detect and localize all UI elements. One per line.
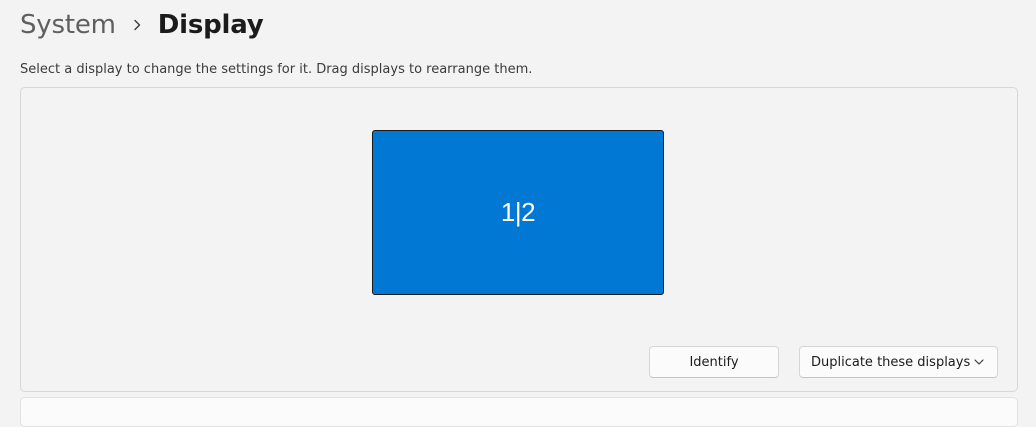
identify-button[interactable]: Identify [649,346,779,378]
next-settings-card [20,397,1018,427]
breadcrumb: System Display [20,6,264,44]
breadcrumb-system[interactable]: System [20,10,116,40]
monitor-label: 1|2 [500,197,536,227]
display-monitor-1-2[interactable]: 1|2 [372,130,664,295]
chevron-right-icon [116,6,158,44]
multiple-displays-selected: Duplicate these displays [811,354,971,370]
page-title: Display [157,10,264,40]
display-arrangement-panel: 1|2 Identify Duplicate these displays [20,87,1018,392]
arrangement-instructions: Select a display to change the settings … [20,62,533,77]
multiple-displays-dropdown[interactable]: Duplicate these displays [799,346,998,378]
chevron-down-icon [973,356,985,368]
